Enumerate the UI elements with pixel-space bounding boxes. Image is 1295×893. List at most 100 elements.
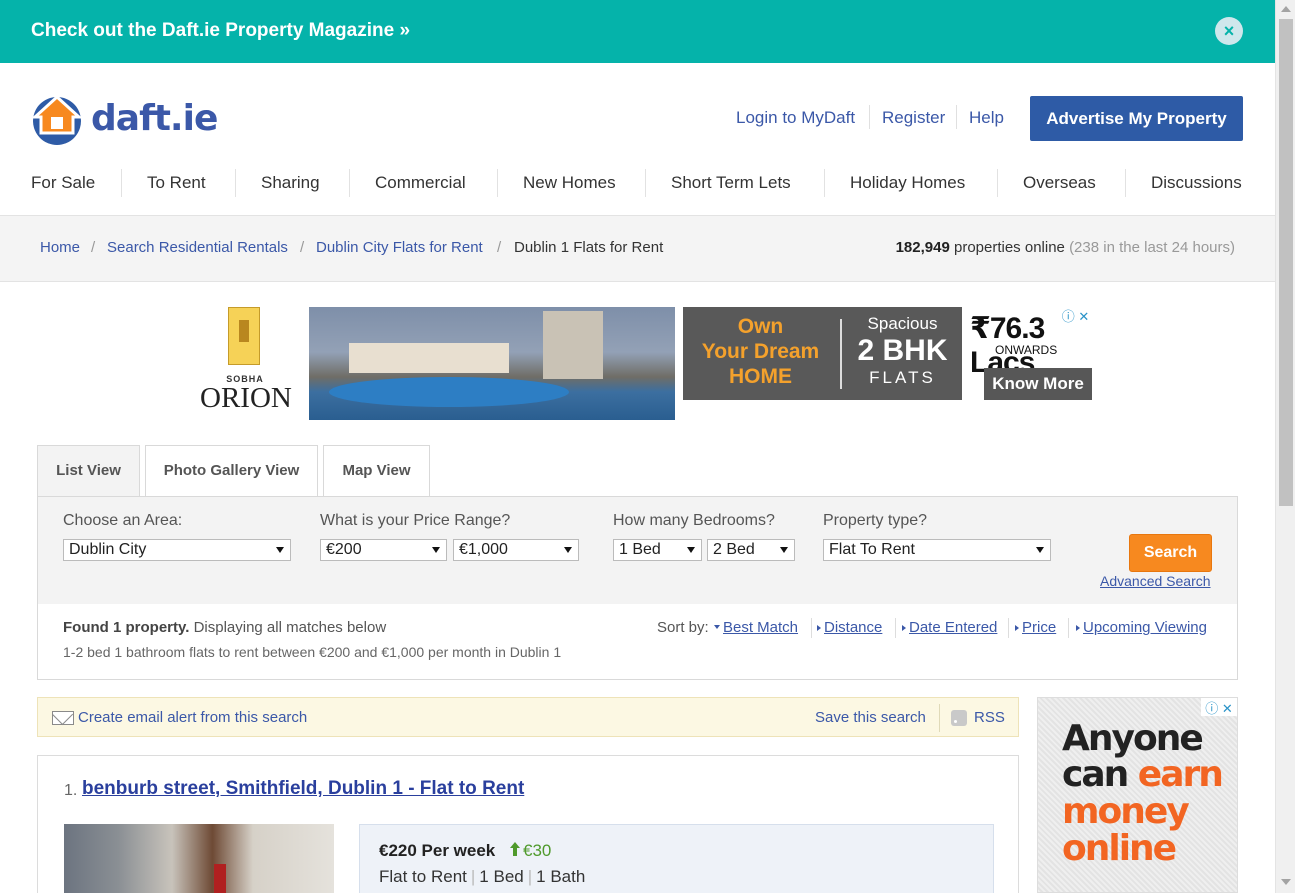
search-form: Choose an Area: Dublin City What is your… xyxy=(37,496,1238,605)
house-logo-icon xyxy=(31,94,83,145)
tab-list-view[interactable]: List View xyxy=(37,445,140,498)
scroll-up-arrow-icon[interactable] xyxy=(1281,6,1291,12)
dropdown-arrow-icon xyxy=(687,547,695,553)
divider xyxy=(1125,169,1126,197)
magazine-banner[interactable]: Check out the Daft.ie Property Magazine … xyxy=(0,0,1275,63)
divider xyxy=(811,618,812,638)
breadcrumb-search-rentals[interactable]: Search Residential Rentals xyxy=(107,239,288,256)
chevron-right-icon xyxy=(817,625,821,631)
property-type-select[interactable]: Flat To Rent xyxy=(823,539,1051,561)
listing-title-link[interactable]: benburb street, Smithfield, Dublin 1 - F… xyxy=(82,778,524,800)
chevron-down-icon xyxy=(714,625,720,629)
found-count: Found 1 property. Displaying all matches… xyxy=(63,619,386,636)
divider xyxy=(497,169,498,197)
breadcrumb-dublin-city[interactable]: Dublin City Flats for Rent xyxy=(316,239,483,256)
properties-recent: (238 in the last 24 hours) xyxy=(1069,239,1235,256)
advanced-search-link[interactable]: Advanced Search xyxy=(1100,573,1211,589)
listing-photo[interactable] xyxy=(64,824,334,893)
ad-building-photo xyxy=(309,307,675,420)
sort-best-match[interactable]: Best Match xyxy=(723,619,798,636)
chevron-right-icon xyxy=(1015,625,1019,631)
advertisement-banner[interactable]: SOBHA ORION Own Your Dream HOME Spacious… xyxy=(200,306,1092,420)
magazine-banner-link[interactable]: Check out the Daft.ie Property Magazine … xyxy=(31,20,410,42)
listing-baths: 1 Bath xyxy=(536,867,586,886)
search-button[interactable]: Search xyxy=(1129,534,1212,572)
properties-label: properties online xyxy=(953,239,1065,256)
sobha-orion-logo: SOBHA ORION xyxy=(200,306,292,420)
ad-onwards: ONWARDS xyxy=(995,343,1058,357)
nav-discussions[interactable]: Discussions xyxy=(1151,173,1242,193)
tab-photo-gallery-view[interactable]: Photo Gallery View xyxy=(145,445,318,497)
breadcrumb-separator: / xyxy=(497,239,502,256)
ad-own-line: HOME xyxy=(729,365,792,388)
side-advertisement[interactable]: ⓘ ✕ Anyone can earn money online xyxy=(1037,697,1238,893)
divider xyxy=(645,169,646,197)
max-beds-select[interactable]: 2 Bed xyxy=(707,539,795,561)
breadcrumb: Home / Search Residential Rentals / Dubl… xyxy=(0,215,1275,282)
price-change: €30 xyxy=(523,841,552,860)
daft-logo[interactable]: daft.ie xyxy=(31,93,218,145)
properties-count: 182,949 xyxy=(895,239,950,256)
advertise-property-button[interactable]: Advertise My Property xyxy=(1030,96,1243,141)
tab-map-view[interactable]: Map View xyxy=(323,445,430,497)
properties-online-count: 182,949 properties online (238 in the la… xyxy=(896,239,1235,256)
area-label: Choose an Area: xyxy=(63,512,183,529)
listing-price-box: €220 Per week €30 Flat to Rent | 1 Bed | 1 B… xyxy=(359,824,994,893)
listing-details: Flat to Rent | 1 Bed | 1 Bath xyxy=(379,867,586,886)
login-link[interactable]: Login to MyDaft xyxy=(736,108,855,128)
nav-short-term-lets[interactable]: Short Term Lets xyxy=(671,173,791,193)
property-type-value: Flat To Rent xyxy=(829,541,915,558)
min-price-select[interactable]: €200 xyxy=(320,539,447,561)
register-link[interactable]: Register xyxy=(882,108,945,128)
nav-holiday-homes[interactable]: Holiday Homes xyxy=(850,173,965,193)
sort-upcoming-viewing[interactable]: Upcoming Viewing xyxy=(1083,619,1207,636)
help-link[interactable]: Help xyxy=(969,108,1004,128)
breadcrumb-current: Dublin 1 Flats for Rent xyxy=(514,239,664,256)
ad-brand-big: ORION xyxy=(200,382,292,414)
rss-icon[interactable] xyxy=(951,710,967,726)
create-email-alert-link[interactable]: Create email alert from this search xyxy=(78,709,307,726)
nav-for-sale[interactable]: For Sale xyxy=(31,173,95,193)
divider xyxy=(869,105,870,129)
results-summary: Found 1 property. Displaying all matches… xyxy=(37,604,1238,680)
ad-choices-icon[interactable]: ⓘ ✕ xyxy=(1059,306,1092,324)
area-select[interactable]: Dublin City xyxy=(63,539,291,561)
nav-overseas[interactable]: Overseas xyxy=(1023,173,1096,193)
divider xyxy=(824,169,825,197)
vertical-scrollbar[interactable] xyxy=(1275,0,1295,893)
breadcrumb-separator: / xyxy=(300,239,305,256)
property-type-label: Property type? xyxy=(823,512,928,529)
listing-price: €220 Per week xyxy=(379,841,496,860)
ad-choices-icon[interactable]: ⓘ ✕ xyxy=(1201,698,1237,716)
sort-date-entered[interactable]: Date Entered xyxy=(909,619,997,636)
envelope-icon xyxy=(52,711,74,725)
bedrooms-label: How many Bedrooms? xyxy=(613,512,775,529)
price-range-label: What is your Price Range? xyxy=(320,512,511,529)
sort-by-label: Sort by: xyxy=(657,619,709,636)
ad-own-line: Your Dream xyxy=(701,340,820,363)
max-price-select[interactable]: €1,000 xyxy=(453,539,579,561)
rss-link[interactable]: RSS xyxy=(974,709,1005,726)
sort-price[interactable]: Price xyxy=(1022,619,1056,636)
scroll-down-arrow-icon[interactable] xyxy=(1281,879,1291,885)
divider xyxy=(997,169,998,197)
save-search-link[interactable]: Save this search xyxy=(815,709,926,726)
ad-dark-panel: Own Your Dream HOME Spacious 2 BHK FLATS xyxy=(683,307,962,400)
sort-distance[interactable]: Distance xyxy=(824,619,882,636)
close-icon[interactable]: × xyxy=(1215,17,1243,45)
breadcrumb-home[interactable]: Home xyxy=(40,239,80,256)
arrow-up-icon xyxy=(510,842,520,856)
listing-number: 1. xyxy=(64,782,78,799)
nav-to-rent[interactable]: To Rent xyxy=(147,173,206,193)
nav-sharing[interactable]: Sharing xyxy=(261,173,320,193)
nav-commercial[interactable]: Commercial xyxy=(375,173,466,193)
min-beds-select[interactable]: 1 Bed xyxy=(613,539,702,561)
side-ad-line: can earn xyxy=(1062,756,1224,794)
divider xyxy=(1008,618,1009,638)
know-more-button[interactable]: Know More xyxy=(984,368,1092,400)
scroll-thumb[interactable] xyxy=(1279,19,1293,506)
ad-bhk-line: FLATS xyxy=(869,368,936,387)
nav-new-homes[interactable]: New Homes xyxy=(523,173,616,193)
divider xyxy=(349,169,350,197)
area-select-value: Dublin City xyxy=(69,541,147,558)
